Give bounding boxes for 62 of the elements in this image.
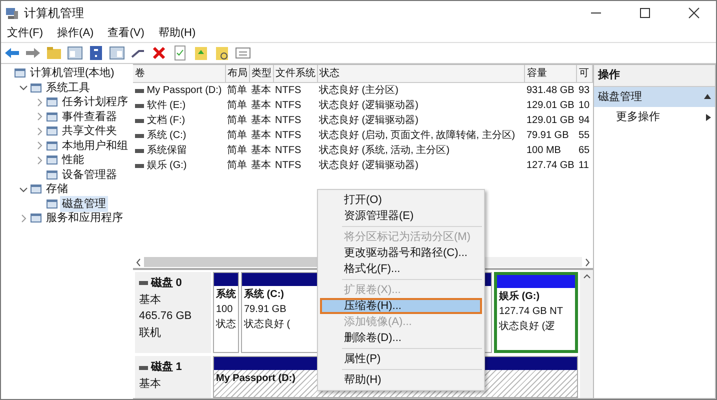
disk-name: 磁盘 0 (150, 276, 182, 291)
table-cell-text: 94 (578, 114, 591, 128)
table-cell-text: NTFS (274, 159, 302, 173)
table-cell-text: 状态良好 (启动, 页面文件, 故障转储, 主分区) (318, 128, 516, 143)
table-cell-text: 129.01 GB (526, 99, 576, 113)
table-cell-text: 系统 (C:) (146, 128, 186, 143)
window-title: 计算机管理 (24, 5, 84, 22)
disk-name: 磁盘 1 (150, 360, 182, 376)
table-cell-text: NTFS (274, 114, 302, 128)
partition-name: My Passport (D:) (216, 372, 296, 386)
table-cell-text: 55 (578, 129, 591, 143)
table-cell-text: 基本 (250, 158, 272, 173)
action-label: 更多操作 (616, 110, 660, 125)
table-cell: NTFS (273, 82, 317, 98)
partition-info: 127.74 GB NT (499, 305, 563, 319)
table-cell-text: 系统保留 (146, 144, 187, 158)
table-cell-text: NTFS (274, 99, 302, 113)
table-cell-text: 简单 (226, 144, 248, 158)
partition-info: 100 (216, 303, 233, 317)
table-cell-text: 基本 (250, 98, 272, 113)
table-cell-text: 79.91 GB (526, 129, 570, 143)
table-cell-text: My Passport (D:) (146, 84, 222, 98)
table-cell-text: 65 (578, 144, 591, 158)
table-cell-text: 状态良好 (逻辑驱动器) (318, 158, 420, 173)
table-cell-text: 娱乐 (G:) (146, 158, 187, 173)
table-cell-text: 100 MB (526, 144, 562, 158)
table-cell-text: 简单 (226, 98, 248, 113)
table-cell-text: 状态良好 (系统, 活动, 主分区) (318, 144, 451, 158)
section-title: 磁盘管理 (598, 90, 642, 104)
partition-info: 状态良好 (逻 (499, 320, 556, 334)
table-cell: 基本 (249, 82, 273, 98)
table-cell: 93 (576, 82, 592, 98)
table-cell-text: NTFS (274, 144, 302, 158)
table-cell-text: 文档 (F:) (146, 114, 186, 128)
disk-info: 基本 (139, 376, 162, 392)
table-cell-text: 简单 (226, 158, 248, 173)
table-cell-text: 10 (578, 99, 591, 113)
partition-name: 系统 (C:) (244, 288, 284, 302)
table-cell-text: 状态良好 (逻辑驱动器) (318, 98, 420, 113)
partition-name: 系统 (216, 288, 236, 302)
table-cell-text: NTFS (274, 129, 302, 143)
table-cell-text: 11 (578, 159, 590, 173)
partition-info: 状态 (216, 318, 236, 332)
table-cell-text: 基本 (250, 114, 272, 128)
pane-header: 操作 (594, 65, 715, 86)
disk-info: 465.76 GB (139, 309, 193, 324)
disk-info: 联机 (139, 326, 162, 340)
table-cell-text: 127.74 GB (526, 159, 576, 173)
table-cell-text: 基本 (250, 144, 272, 158)
table-cell-text: 软件 (E:) (146, 99, 186, 113)
table-cell: 931.48 GB (524, 82, 576, 98)
table-cell-text: 状态良好 (逻辑驱动器) (318, 114, 420, 128)
table-cell: 状态良好 (主分区) (317, 82, 524, 98)
table-cell-text: 简单 (226, 114, 248, 128)
partition-info: 状态良好 ( (244, 318, 290, 332)
table-cell-text: 简单 (226, 128, 248, 143)
disk-info: 基本 (139, 292, 162, 308)
table-cell-text: 129.01 GB (526, 114, 576, 128)
partition-info: 79.91 GB (244, 303, 286, 317)
table-cell: 简单 (225, 82, 249, 98)
partition-name: 娱乐 (G:) (499, 290, 540, 304)
table-cell-text: 基本 (250, 128, 272, 143)
